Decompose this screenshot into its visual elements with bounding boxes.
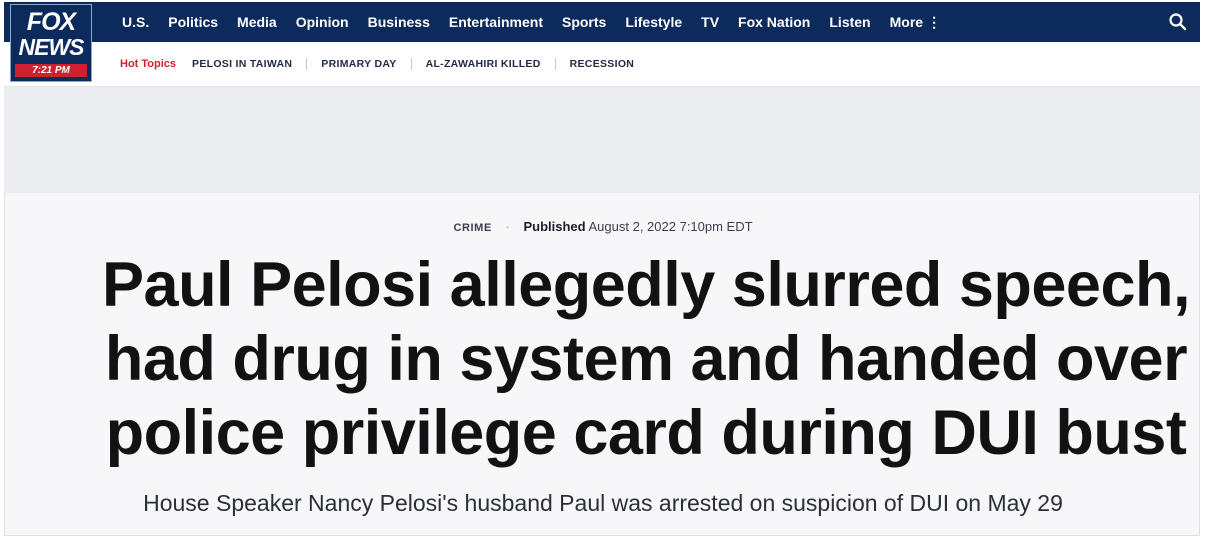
more-dots-icon: ⋮ <box>927 13 942 30</box>
nav-us[interactable]: U.S. <box>122 14 149 30</box>
fox-news-logo[interactable]: FOX NEWS 7:21 PM <box>10 4 92 82</box>
published-date: August 2, 2022 7:10pm EDT <box>588 219 753 234</box>
meta-separator: · <box>505 219 510 234</box>
nav-listen[interactable]: Listen <box>829 14 870 30</box>
hot-topic-pelosi-in-taiwan[interactable]: PELOSI IN TAIWAN <box>192 58 292 70</box>
hot-topic-al-zawahiri-killed[interactable]: AL-ZAWAHIRI KILLED <box>426 58 541 70</box>
category-link[interactable]: CRIME <box>453 222 491 234</box>
nav-more-label: More <box>889 13 924 30</box>
article-headline: Paul Pelosi allegedly slurred speech, ha… <box>102 250 1190 468</box>
logo-time: 7:21 PM <box>15 64 87 77</box>
top-nav-bar: U.S. Politics Media Opinion Business Ent… <box>4 2 1200 42</box>
nav-fox-nation[interactable]: Fox Nation <box>738 14 810 30</box>
nav-media[interactable]: Media <box>237 14 277 30</box>
nav-politics[interactable]: Politics <box>168 14 218 30</box>
hot-topic-primary-day[interactable]: PRIMARY DAY <box>321 58 396 70</box>
nav-entertainment[interactable]: Entertainment <box>449 14 543 30</box>
divider <box>306 58 308 70</box>
nav-sports[interactable]: Sports <box>562 14 606 30</box>
ad-placeholder <box>4 87 1200 193</box>
nav-more[interactable]: More ⋮ <box>890 14 941 31</box>
search-icon[interactable] <box>1168 12 1188 32</box>
nav-business[interactable]: Business <box>368 14 430 30</box>
nav-lifestyle[interactable]: Lifestyle <box>625 14 682 30</box>
main-nav: U.S. Politics Media Opinion Business Ent… <box>122 2 960 42</box>
divider <box>410 58 412 70</box>
hot-topic-recession[interactable]: RECESSION <box>570 58 635 70</box>
hot-topics-bar: Hot Topics PELOSI IN TAIWAN PRIMARY DAY … <box>4 42 1200 87</box>
divider <box>554 58 556 70</box>
article-dek: House Speaker Nancy Pelosi's husband Pau… <box>143 490 1063 516</box>
hot-topics-label: Hot Topics <box>120 58 177 70</box>
logo-fox: FOX <box>26 8 76 36</box>
article-meta: CRIME · Published August 2, 2022 7:10pm … <box>0 219 1206 234</box>
published-label: Published <box>523 219 586 234</box>
logo-news: NEWS <box>18 34 85 60</box>
nav-tv[interactable]: TV <box>701 14 719 30</box>
nav-opinion[interactable]: Opinion <box>296 14 349 30</box>
